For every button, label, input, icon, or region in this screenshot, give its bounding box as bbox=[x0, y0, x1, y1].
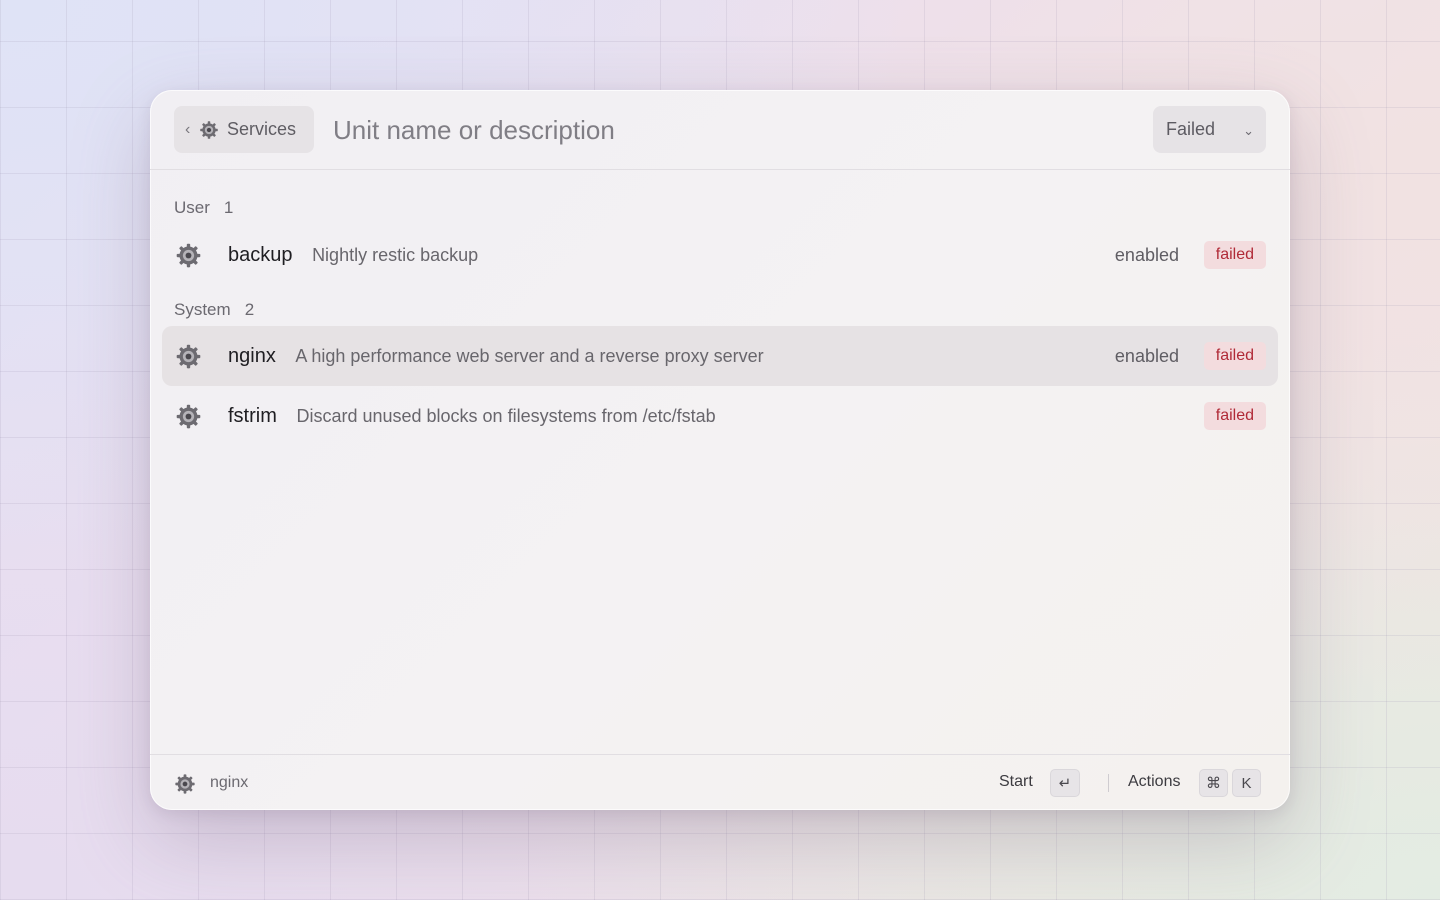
back-button[interactable]: ‹ Services bbox=[174, 106, 314, 153]
return-key-icon: ↵ bbox=[1050, 769, 1080, 797]
unit-description: Nightly restic backup bbox=[312, 244, 479, 265]
gear-icon bbox=[175, 343, 202, 370]
status-badge: failed bbox=[1203, 241, 1266, 269]
status-badge: failed bbox=[1203, 402, 1266, 430]
unit-name: nginx A high performance web server and … bbox=[228, 344, 764, 367]
section-title: User bbox=[174, 198, 210, 217]
chevron-left-icon: ‹ bbox=[185, 120, 191, 138]
list-item-nginx[interactable]: nginx A high performance web server and … bbox=[162, 326, 1278, 386]
command-key-icon: ⌘ bbox=[1199, 769, 1228, 797]
status-filter-value: Failed bbox=[1166, 119, 1216, 139]
unit-enabled-state: enabled bbox=[1114, 244, 1179, 265]
unit-name: backup Nightly restic backup bbox=[228, 243, 479, 266]
chevron-down-icon: ⌄ bbox=[1243, 123, 1254, 138]
gear-icon bbox=[175, 403, 202, 430]
unit-description: A high performance web server and a reve… bbox=[295, 345, 764, 366]
unit-description: Discard unused blocks on filesystems fro… bbox=[296, 405, 716, 426]
gear-icon bbox=[174, 773, 196, 795]
unit-enabled-state: enabled bbox=[1114, 345, 1179, 366]
back-button-label: Services bbox=[227, 119, 297, 139]
footer-action-bar: nginx Start ↵ Actions ⌘ K bbox=[150, 754, 1290, 810]
section-header-system: System 2 bbox=[174, 300, 254, 320]
header: ‹ Services Unit name or description Fail… bbox=[150, 90, 1290, 170]
section-count: 1 bbox=[223, 198, 234, 217]
selected-unit-name: nginx bbox=[210, 774, 249, 791]
services-window: ‹ Services Unit name or description Fail… bbox=[150, 90, 1290, 810]
footer-divider bbox=[1108, 774, 1109, 792]
list-item-backup[interactable]: backup Nightly restic backup enabled fai… bbox=[162, 225, 1278, 285]
section-header-user: User 1 bbox=[174, 198, 233, 218]
unit-name: fstrim Discard unused blocks on filesyst… bbox=[228, 404, 716, 427]
status-filter-dropdown[interactable]: Failed ⌄ bbox=[1153, 106, 1266, 153]
section-title: System bbox=[174, 300, 231, 319]
k-key-icon: K bbox=[1232, 769, 1261, 797]
gear-icon bbox=[175, 242, 202, 269]
gear-icon bbox=[199, 120, 219, 140]
actions-menu-button[interactable]: Actions bbox=[1128, 773, 1180, 791]
search-input[interactable] bbox=[333, 108, 1113, 152]
section-count: 2 bbox=[244, 300, 255, 319]
start-action-button[interactable]: Start bbox=[999, 773, 1033, 791]
status-badge: failed bbox=[1203, 342, 1266, 370]
list-item-fstrim[interactable]: fstrim Discard unused blocks on filesyst… bbox=[162, 386, 1278, 446]
